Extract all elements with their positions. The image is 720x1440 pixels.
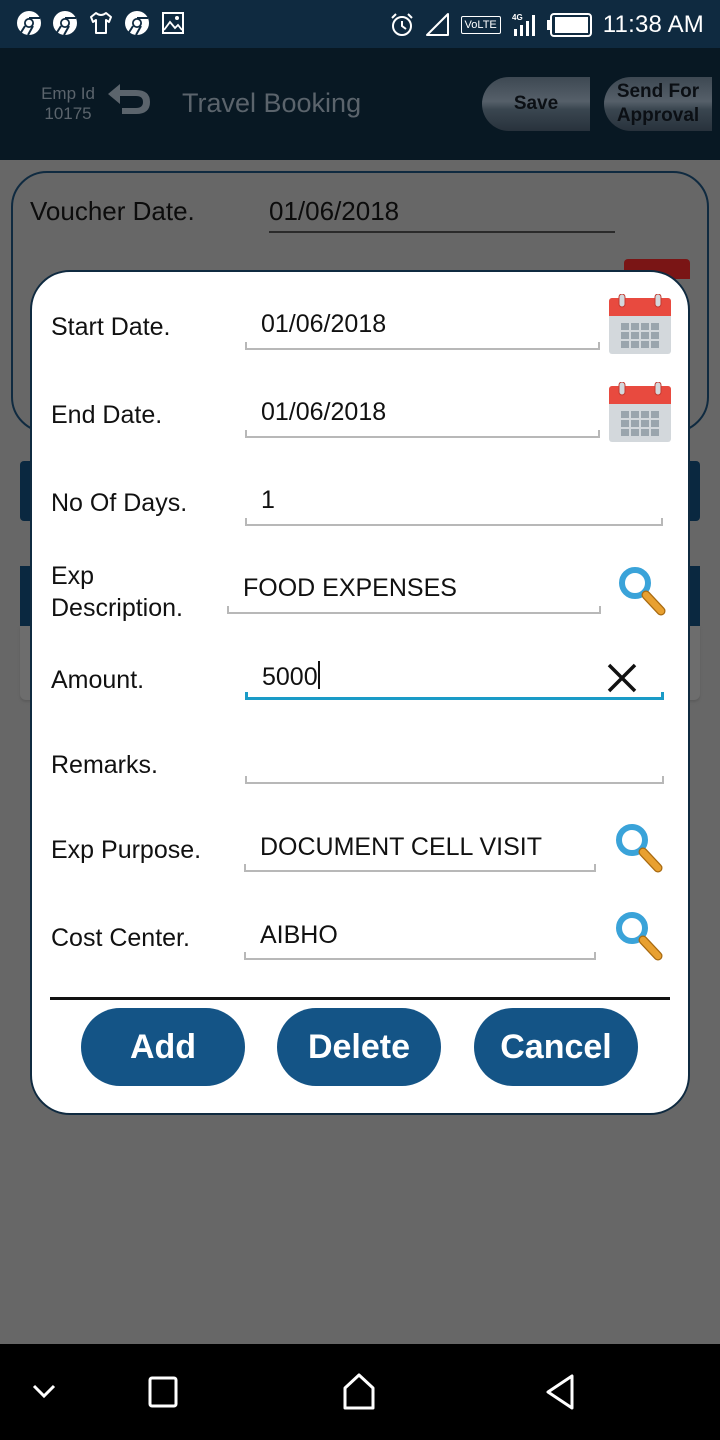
emp-id-label: Emp Id — [41, 84, 95, 103]
back-icon[interactable] — [540, 1372, 580, 1412]
status-bar: VoLTE 4G 11:38 AM — [0, 0, 720, 48]
exp-description-label-line1: Exp — [51, 562, 95, 590]
exp-description-label: Exp Description. — [51, 560, 183, 624]
image-icon — [162, 12, 184, 34]
exp-description-label-line2: Description. — [51, 594, 183, 622]
add-button[interactable]: Add — [81, 1008, 245, 1086]
voucher-date-field: 01/06/2018 — [269, 196, 400, 226]
cancel-button-label: Cancel — [500, 1027, 612, 1066]
no-of-days-label: No Of Days. — [51, 489, 188, 517]
chevron-down-icon[interactable] — [30, 1380, 58, 1402]
app-toolbar: Emp Id 10175 Travel Booking Save Send Fo… — [0, 48, 720, 160]
chrome-icon — [53, 11, 77, 36]
chrome-icon — [17, 11, 41, 36]
tshirt-icon — [90, 12, 112, 34]
end-date-underline — [245, 430, 600, 438]
chrome-icon — [125, 11, 149, 36]
calendar-icon[interactable] — [609, 382, 671, 442]
amount-label: Amount. — [51, 666, 145, 694]
save-button[interactable]: Save — [482, 77, 590, 131]
exp-description-field[interactable]: FOOD EXPENSES — [243, 574, 457, 603]
send-label-line2: Approval — [616, 105, 700, 126]
no-of-days-field[interactable]: 1 — [261, 486, 275, 515]
exp-purpose-underline — [244, 864, 596, 872]
clock: 11:38 AM — [602, 11, 704, 38]
no-of-days-underline — [245, 518, 663, 526]
end-date-label: End Date. — [51, 401, 163, 429]
back-arrow-icon[interactable] — [106, 84, 152, 116]
add-button-label: Add — [129, 1027, 197, 1066]
cancel-button[interactable]: Cancel — [474, 1008, 638, 1086]
exp-purpose-label: Exp Purpose. — [51, 836, 202, 864]
search-icon[interactable] — [615, 823, 663, 873]
navigation-bar — [0, 1344, 720, 1440]
send-label-line1: Send For — [616, 81, 700, 102]
end-date-field[interactable]: 01/06/2018 — [261, 398, 386, 427]
amount-value: 5000 — [262, 663, 318, 691]
search-icon[interactable] — [615, 911, 663, 961]
start-date-field[interactable]: 01/06/2018 — [261, 310, 386, 339]
battery-icon — [546, 13, 592, 37]
calendar-icon[interactable] — [609, 294, 671, 354]
send-for-approval-button[interactable]: Send For Approval — [604, 77, 712, 131]
clear-icon[interactable] — [606, 662, 638, 694]
cost-center-label: Cost Center. — [51, 924, 190, 952]
exp-purpose-field[interactable]: DOCUMENT CELL VISIT — [260, 833, 542, 862]
recents-icon[interactable] — [146, 1374, 180, 1410]
emp-id-value: 10175 — [44, 104, 92, 123]
save-button-label: Save — [513, 93, 559, 114]
delete-button[interactable]: Delete — [277, 1008, 441, 1086]
svg-text:4G: 4G — [512, 13, 523, 22]
alarm-icon — [390, 13, 413, 36]
home-icon[interactable] — [340, 1372, 378, 1412]
exp-description-underline — [227, 606, 601, 614]
cost-center-underline — [244, 952, 596, 960]
start-date-label: Start Date. — [51, 313, 171, 341]
emp-id: Emp Id 10175 — [40, 84, 96, 124]
signal-icon — [425, 13, 449, 36]
cost-center-field[interactable]: AIBHO — [260, 921, 338, 950]
voucher-date-label: Voucher Date. — [30, 196, 195, 226]
start-date-underline — [245, 342, 600, 350]
expense-dialog: Start Date. 01/06/2018 End Date. 01/06/2… — [30, 270, 690, 1115]
voucher-date-underline — [269, 231, 615, 233]
amount-input[interactable]: 5000 — [262, 661, 320, 692]
remarks-underline — [245, 776, 664, 784]
divider — [50, 997, 670, 1000]
amount-underline — [245, 692, 664, 700]
volte-icon: VoLTE — [460, 16, 501, 34]
text-cursor — [317, 661, 320, 689]
remarks-label: Remarks. — [51, 751, 158, 779]
4g-signal-icon: 4G — [512, 13, 535, 36]
delete-button-label: Delete — [307, 1027, 411, 1066]
page-title: Travel Booking — [182, 88, 362, 118]
search-icon[interactable] — [618, 566, 666, 616]
